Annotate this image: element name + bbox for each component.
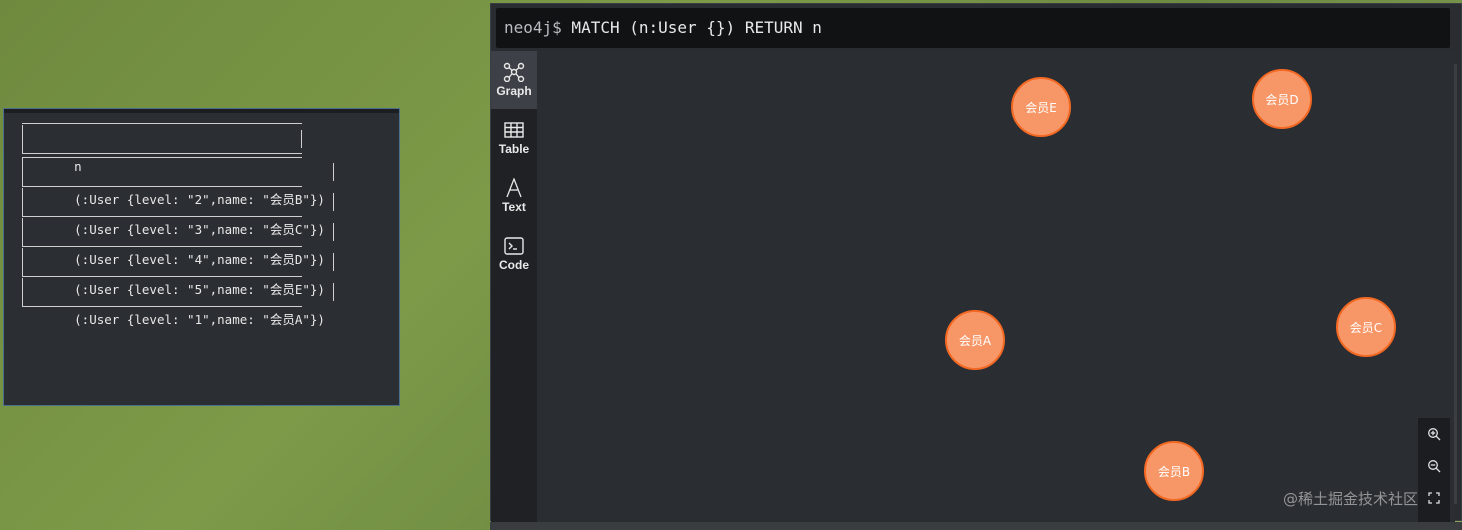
view-sidebar: Graph Table Text Code	[491, 51, 537, 522]
zoom-in-icon	[1428, 428, 1441, 441]
table-row: (:User {level: "5",name: "会员E"})	[22, 248, 334, 297]
query-text: MATCH (n:User {}) RETURN n	[561, 18, 822, 37]
result-table: n (:User {level: "2",name: "会员B"}) (:Use…	[20, 123, 334, 327]
code-icon	[504, 237, 524, 255]
view-tab-table[interactable]: Table	[491, 109, 537, 167]
view-tab-graph[interactable]: Graph	[491, 51, 537, 109]
view-tab-label: Text	[502, 200, 526, 214]
graph-node[interactable]: 会员E	[1011, 77, 1071, 137]
fit-button[interactable]	[1418, 482, 1450, 514]
prompt-label: neo4j$	[504, 18, 562, 37]
neo4j-result-frame: neo4j$ MATCH (n:User {}) RETURN n Graph	[490, 3, 1462, 522]
zoom-in-button[interactable]	[1418, 418, 1450, 450]
node-label: 会员A	[958, 333, 992, 348]
table-icon	[504, 122, 524, 138]
watermark-text: @稀土掘金技术社区	[1283, 490, 1419, 508]
node-label: 会员B	[1157, 464, 1191, 479]
node-label: 会员E	[1025, 100, 1057, 115]
table-row: (:User {level: "4",name: "会员D"})	[22, 218, 334, 267]
view-tab-label: Code	[499, 258, 529, 272]
background-strip	[490, 522, 1462, 530]
table-row: (:User {level: "3",name: "会员C"})	[22, 188, 334, 237]
terminal-result-panel: n (:User {level: "2",name: "会员B"}) (:Use…	[3, 108, 400, 406]
table-cell: (:User {level: "1",name: "会员A"})	[74, 312, 325, 327]
table-header-row: n	[22, 125, 325, 174]
table-row: (:User {level: "1",name: "会员A"})	[22, 278, 334, 327]
table-row: (:User {level: "2",name: "会员B"})	[22, 158, 334, 207]
graph-scrollbar[interactable]	[1454, 64, 1457, 504]
graph-canvas[interactable]: 会员E 会员D 会员A 会员C 会员B	[537, 51, 1455, 522]
graph-node[interactable]: 会员C	[1336, 297, 1396, 357]
view-tab-label: Table	[498, 142, 530, 156]
zoom-out-button[interactable]	[1418, 450, 1450, 482]
view-tab-text[interactable]: Text	[491, 167, 537, 225]
terminal-titlebar	[4, 109, 399, 113]
graph-icon	[503, 62, 525, 82]
node-label: 会员D	[1265, 92, 1299, 107]
view-tab-code[interactable]: Code	[491, 225, 537, 283]
fit-icon	[1428, 492, 1440, 504]
zoom-out-icon	[1428, 460, 1441, 473]
zoom-controls	[1418, 418, 1450, 522]
graph-node[interactable]: 会员B	[1144, 441, 1204, 501]
graph-node[interactable]: 会员A	[945, 310, 1005, 370]
query-command-bar[interactable]: neo4j$ MATCH (n:User {}) RETURN n	[496, 8, 1450, 48]
text-icon	[506, 178, 522, 198]
node-label: 会员C	[1349, 320, 1383, 335]
view-tab-label: Graph	[496, 84, 532, 98]
graph-node[interactable]: 会员D	[1252, 69, 1312, 129]
